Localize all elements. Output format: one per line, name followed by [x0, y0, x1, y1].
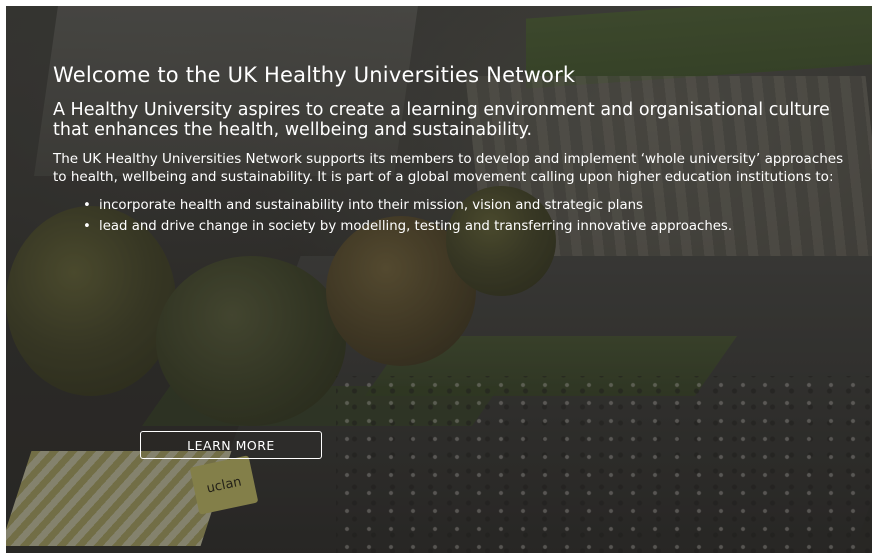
learn-more-button[interactable]: LEARN MORE	[140, 431, 322, 459]
goal-item: • lead and drive change in society by mo…	[83, 216, 858, 237]
hero-tagline: A Healthy University aspires to create a…	[53, 100, 830, 140]
page-title: Welcome to the UK Healthy Universities N…	[53, 63, 576, 87]
bullet-icon: •	[83, 219, 91, 234]
hero-content: Welcome to the UK Healthy Universities N…	[53, 60, 858, 237]
bullet-icon: •	[83, 198, 91, 213]
goals-list: • incorporate health and sustainability …	[53, 195, 858, 237]
goal-item: • incorporate health and sustainability …	[83, 195, 858, 216]
goal-text: incorporate health and sustainability in…	[99, 198, 643, 213]
hero-intro: The UK Healthy Universities Network supp…	[53, 151, 844, 185]
goal-text: lead and drive change in society by mode…	[99, 219, 733, 234]
hero-banner: uclan Welcome to the UK Healthy Universi…	[6, 6, 872, 553]
